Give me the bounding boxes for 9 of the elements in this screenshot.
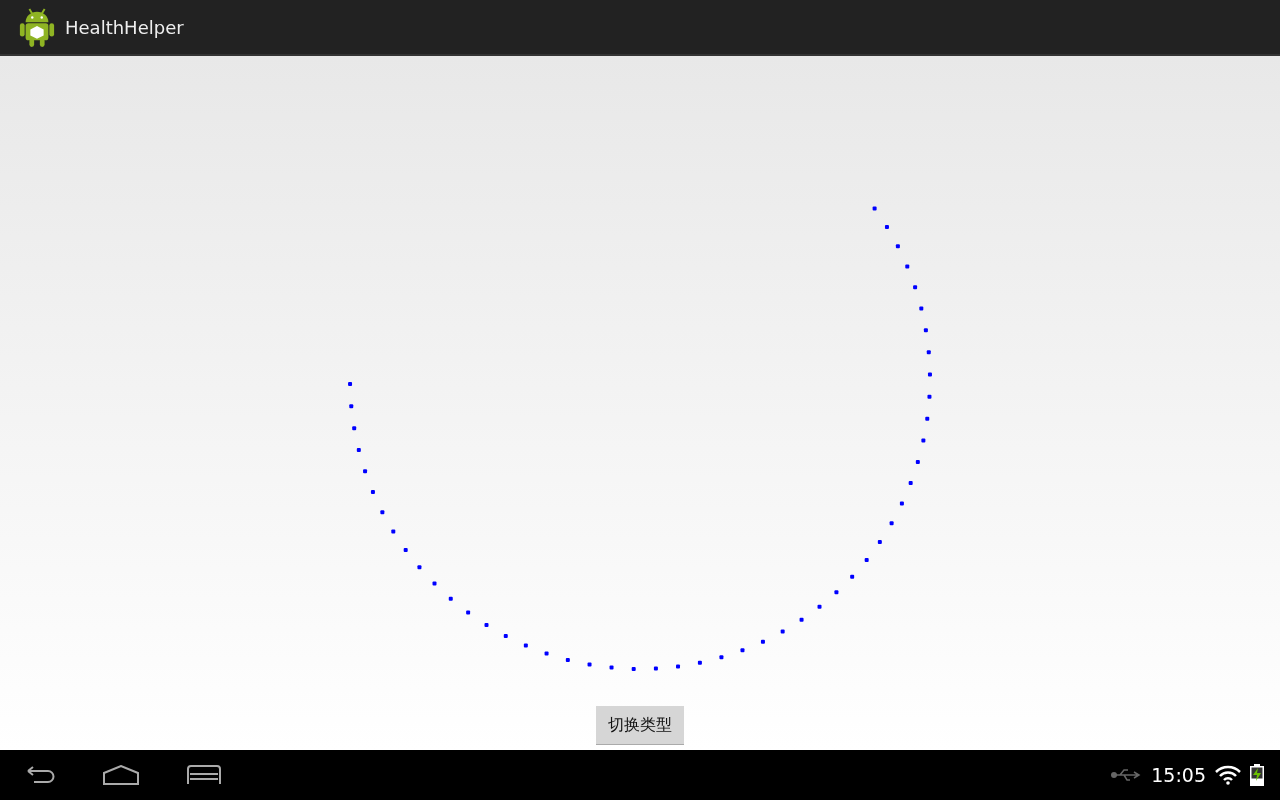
android-robot-icon (18, 6, 56, 48)
clock-time: 15:05 (1151, 764, 1206, 786)
wifi-icon (1215, 765, 1241, 785)
usb-icon (1110, 768, 1143, 782)
recent-apps-icon[interactable] (186, 765, 222, 785)
switch-type-button[interactable]: 切换类型 (596, 706, 684, 745)
battery-charging-icon (1250, 764, 1264, 786)
app-title: HealthHelper (65, 16, 184, 38)
home-icon[interactable] (102, 765, 140, 785)
